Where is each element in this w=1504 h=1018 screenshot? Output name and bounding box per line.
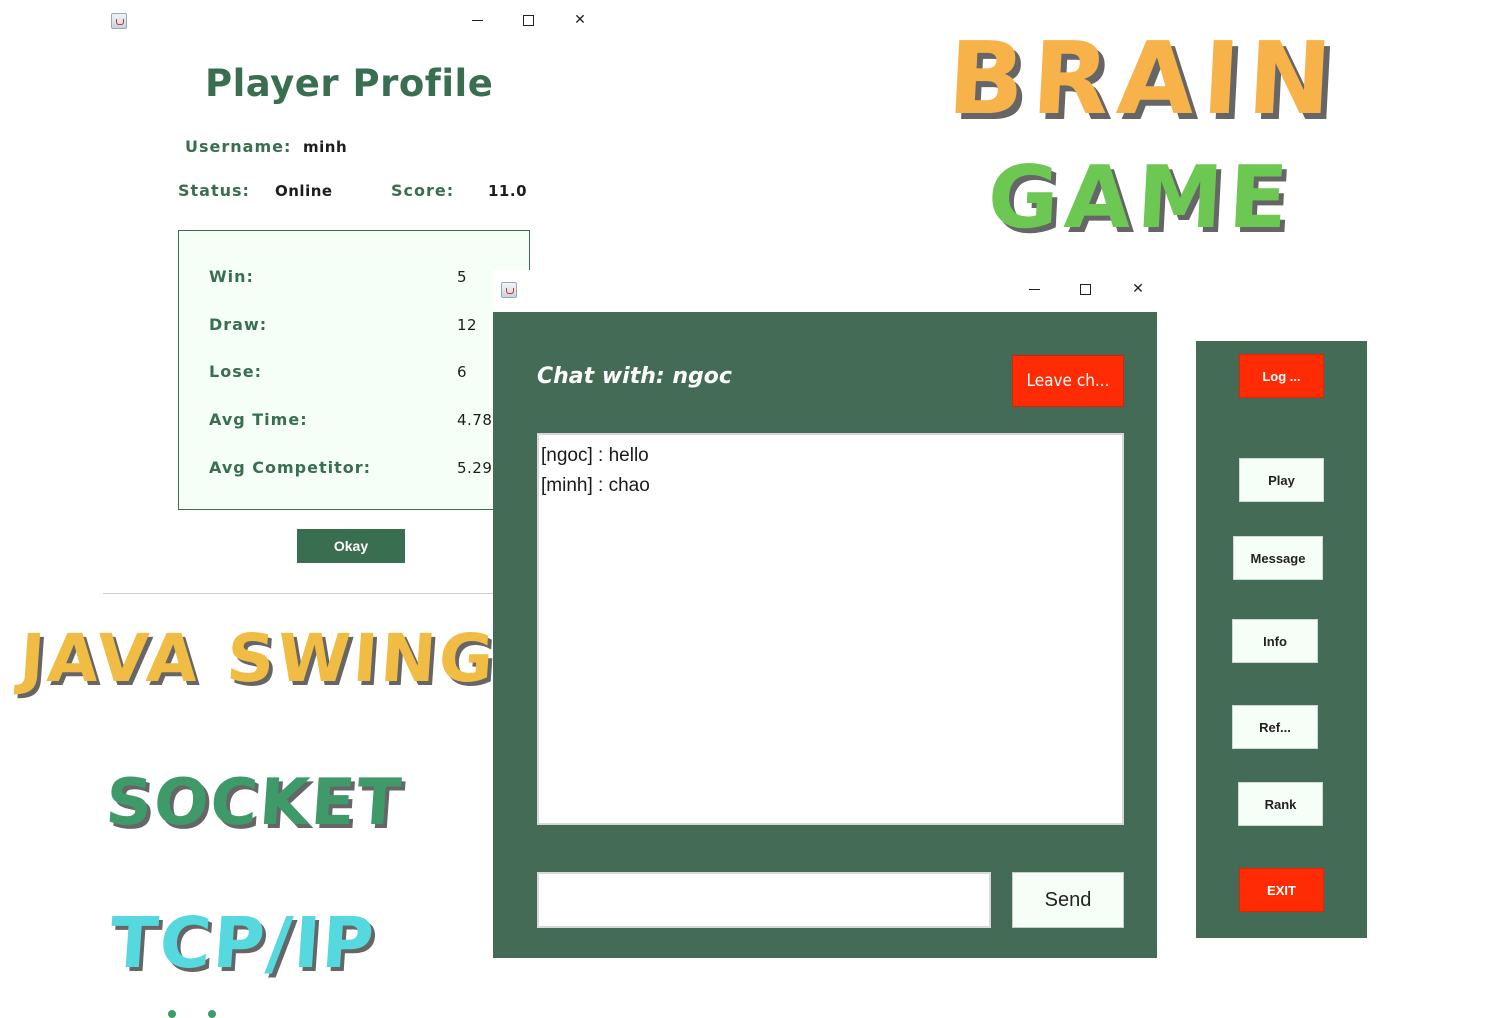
- minimize-icon[interactable]: [462, 9, 492, 31]
- brain-title: BRAIN: [944, 20, 1343, 137]
- socket-text: SOCKET: [103, 766, 406, 840]
- divider: [103, 593, 495, 594]
- maximize-icon[interactable]: [513, 9, 543, 31]
- avg-competitor-value: 5.29: [457, 459, 493, 477]
- refresh-button[interactable]: Ref...: [1232, 705, 1318, 749]
- okay-button[interactable]: Okay: [297, 529, 405, 563]
- draw-value: 12: [457, 316, 478, 334]
- profile-title: Player Profile: [205, 62, 494, 105]
- win-label: Win:: [209, 267, 254, 286]
- score-value: 11.0: [488, 182, 528, 200]
- java-app-icon: [111, 13, 127, 29]
- username-value: minh: [303, 138, 348, 156]
- stats-panel: Win: 5 Draw: 12 Lose: 6 Avg Time: 4.78 A…: [178, 230, 530, 510]
- decor-dots: [168, 1010, 228, 1018]
- message-input[interactable]: [537, 872, 991, 928]
- close-icon[interactable]: [1123, 278, 1153, 300]
- chat-message: [ngoc] : hello: [541, 445, 649, 466]
- java-app-icon: [501, 282, 517, 298]
- minimize-icon[interactable]: [1019, 278, 1049, 300]
- lose-value: 6: [457, 363, 468, 381]
- username-label: Username:: [185, 137, 292, 156]
- draw-label: Draw:: [209, 315, 268, 334]
- close-icon[interactable]: [565, 9, 595, 31]
- rank-button[interactable]: Rank: [1238, 782, 1323, 826]
- maximize-icon[interactable]: [1070, 278, 1100, 300]
- side-menu-panel: Log ... Play Message Info Ref... Rank EX…: [1196, 341, 1367, 938]
- lose-label: Lose:: [209, 362, 262, 381]
- chat-titlebar: [493, 270, 1158, 312]
- avg-time-label: Avg Time:: [209, 410, 308, 429]
- message-button[interactable]: Message: [1233, 536, 1323, 580]
- avg-time-value: 4.78: [457, 411, 493, 429]
- logout-button[interactable]: Log ...: [1239, 354, 1324, 398]
- score-label: Score:: [391, 181, 455, 200]
- info-button[interactable]: Info: [1232, 619, 1318, 663]
- send-button[interactable]: Send: [1012, 872, 1124, 928]
- chat-log[interactable]: [ngoc] : hello [minh] : chao: [537, 433, 1124, 825]
- java-swing-text: JAVA SWING: [17, 620, 499, 697]
- leave-chat-button[interactable]: Leave ch...: [1012, 355, 1124, 407]
- win-value: 5: [457, 268, 468, 286]
- status-label: Status:: [178, 181, 250, 200]
- tcp-ip-text: TCP/IP: [107, 902, 379, 984]
- chat-title: Chat with: ngoc: [537, 364, 732, 389]
- game-title: GAME: [985, 148, 1297, 248]
- avg-competitor-label: Avg Competitor:: [209, 458, 372, 477]
- chat-message: [minh] : chao: [541, 475, 650, 496]
- play-button[interactable]: Play: [1239, 458, 1324, 502]
- exit-button[interactable]: EXIT: [1239, 868, 1324, 912]
- status-value: Online: [275, 182, 333, 200]
